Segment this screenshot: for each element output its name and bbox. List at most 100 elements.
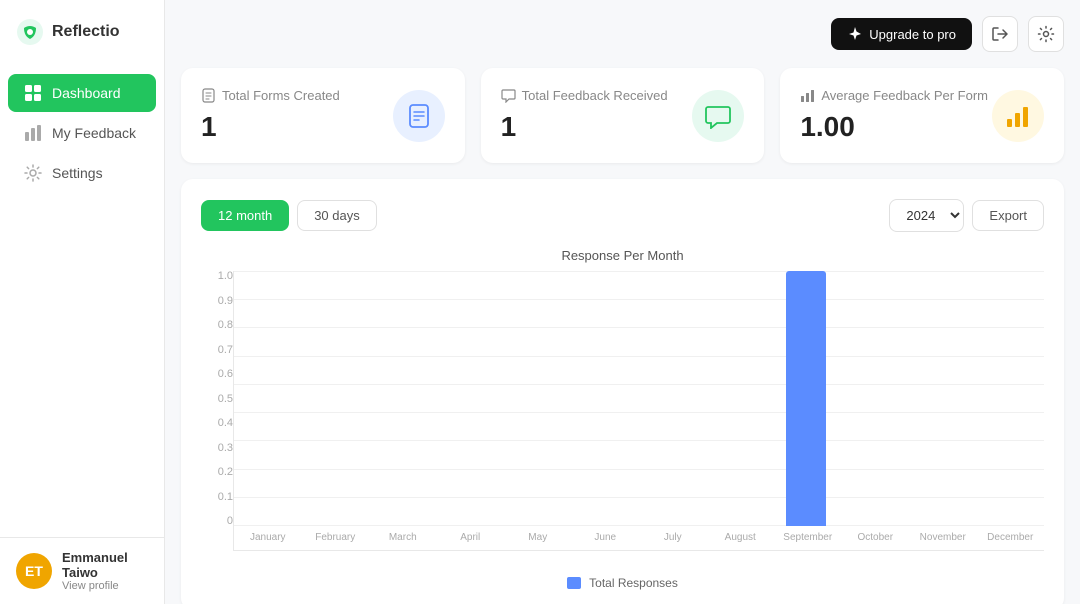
stat-left-avg: Average Feedback Per Form 1.00: [800, 88, 988, 143]
forms-big-icon: [406, 103, 432, 129]
logout-icon: [991, 25, 1009, 43]
settings-button[interactable]: [1028, 16, 1064, 52]
chart-card: 12 month 30 days 2024 2023 2022 Export R…: [181, 179, 1064, 604]
x-label-december: December: [977, 526, 1045, 550]
stat-label-feedback: Total Feedback Received: [501, 88, 668, 103]
forms-value: 1: [201, 111, 340, 143]
bar-group-october: [839, 271, 906, 526]
logout-button[interactable]: [982, 16, 1018, 52]
y-label-03: 0.3: [201, 443, 233, 454]
y-label-02: 0.2: [201, 467, 233, 478]
stat-card-total-feedback: Total Feedback Received 1: [481, 68, 765, 163]
sidebar-item-settings[interactable]: Settings: [8, 154, 156, 192]
avg-icon-circle: [992, 90, 1044, 142]
user-info: Emmanuel Taiwo View profile: [62, 550, 148, 592]
forms-label-text: Total Forms Created: [222, 88, 340, 103]
x-label-september: September: [774, 526, 842, 550]
y-label-06: 0.6: [201, 369, 233, 380]
stats-row: Total Forms Created 1 T: [181, 68, 1064, 163]
stat-label-avg: Average Feedback Per Form: [800, 88, 988, 103]
logo-icon: [16, 18, 44, 46]
chart-body: JanuaryFebruaryMarchAprilMayJuneJulyAugu…: [233, 271, 1044, 551]
top-bar: Upgrade to pro: [181, 16, 1064, 52]
chart-title: Response Per Month: [201, 248, 1044, 263]
bar-group-march: [372, 271, 439, 526]
x-label-march: March: [369, 526, 437, 550]
sidebar-nav: Dashboard My Feedback Settings: [0, 64, 164, 537]
stat-card-avg-feedback: Average Feedback Per Form 1.00: [780, 68, 1064, 163]
upgrade-button[interactable]: Upgrade to pro: [831, 18, 972, 50]
feedback-label-icon: [501, 88, 516, 103]
x-label-october: October: [842, 526, 910, 550]
legend-dot: [567, 577, 581, 589]
view-profile-link[interactable]: View profile: [62, 580, 148, 592]
bar-group-june: [572, 271, 639, 526]
sidebar-footer: ET Emmanuel Taiwo View profile: [0, 537, 164, 604]
chart-wrap: Response Per Month 1.0 0.9 0.8 0.7 0.6 0…: [201, 248, 1044, 568]
y-label-01: 0.1: [201, 492, 233, 503]
x-labels: JanuaryFebruaryMarchAprilMayJuneJulyAugu…: [234, 526, 1044, 550]
chart-y-axis: 1.0 0.9 0.8 0.7 0.6 0.5 0.4 0.3 0.2 0.1 …: [201, 271, 233, 551]
bar-group-november: [906, 271, 973, 526]
chart-controls-right: 2024 2023 2022 Export: [889, 199, 1044, 232]
bar-group-december: [973, 271, 1040, 526]
period-12month-button[interactable]: 12 month: [201, 200, 289, 231]
year-select[interactable]: 2024 2023 2022: [889, 199, 964, 232]
chart-controls: 12 month 30 days 2024 2023 2022 Export: [201, 199, 1044, 232]
chart-inner: 1.0 0.9 0.8 0.7 0.6 0.5 0.4 0.3 0.2 0.1 …: [201, 271, 1044, 551]
period-30days-button[interactable]: 30 days: [297, 200, 377, 231]
chart-bars: [234, 271, 1044, 526]
sidebar: Reflectio Dashboard My Feedback: [0, 0, 165, 604]
sparkle-icon: [847, 26, 863, 42]
avg-value: 1.00: [800, 111, 988, 143]
x-label-january: January: [234, 526, 302, 550]
avg-label-icon: [800, 88, 815, 103]
y-label-09: 0.9: [201, 296, 233, 307]
feedback-value: 1: [501, 111, 668, 143]
bar-group-july: [639, 271, 706, 526]
y-label-07: 0.7: [201, 345, 233, 356]
bar-group-august: [706, 271, 773, 526]
feedback-label-text: Total Feedback Received: [522, 88, 668, 103]
settings-icon: [1037, 25, 1055, 43]
x-label-july: July: [639, 526, 707, 550]
x-label-april: April: [437, 526, 505, 550]
stat-label-forms: Total Forms Created: [201, 88, 340, 103]
x-label-november: November: [909, 526, 977, 550]
app-name: Reflectio: [52, 23, 120, 41]
bar-group-january: [238, 271, 305, 526]
app-logo: Reflectio: [0, 0, 164, 64]
x-label-august: August: [707, 526, 775, 550]
export-button[interactable]: Export: [972, 200, 1044, 231]
sidebar-item-dashboard-label: Dashboard: [52, 85, 121, 101]
sidebar-item-my-feedback[interactable]: My Feedback: [8, 114, 156, 152]
bar-group-april: [438, 271, 505, 526]
bar-icon: [24, 124, 42, 142]
chart-legend: Total Responses: [201, 576, 1044, 590]
bar-group-september: [773, 271, 840, 526]
avg-label-text: Average Feedback Per Form: [821, 88, 988, 103]
bar-september: [786, 271, 826, 526]
forms-label-icon: [201, 88, 216, 103]
grid-icon: [24, 84, 42, 102]
y-label-08: 0.8: [201, 320, 233, 331]
y-label-05: 0.5: [201, 394, 233, 405]
user-name: Emmanuel Taiwo: [62, 550, 148, 580]
main-content: Upgrade to pro: [165, 0, 1080, 604]
x-label-may: May: [504, 526, 572, 550]
y-label-04: 0.4: [201, 418, 233, 429]
gear-icon: [24, 164, 42, 182]
feedback-big-icon: [705, 103, 731, 129]
stat-left-feedback: Total Feedback Received 1: [501, 88, 668, 143]
x-label-february: February: [302, 526, 370, 550]
legend-label: Total Responses: [589, 576, 678, 590]
sidebar-item-dashboard[interactable]: Dashboard: [8, 74, 156, 112]
sidebar-item-my-feedback-label: My Feedback: [52, 125, 136, 141]
stat-card-total-forms: Total Forms Created 1: [181, 68, 465, 163]
avatar: ET: [16, 553, 52, 589]
forms-icon-circle: [393, 90, 445, 142]
bar-group-may: [505, 271, 572, 526]
y-label-10: 1.0: [201, 271, 233, 282]
x-label-june: June: [572, 526, 640, 550]
bar-group-february: [305, 271, 372, 526]
